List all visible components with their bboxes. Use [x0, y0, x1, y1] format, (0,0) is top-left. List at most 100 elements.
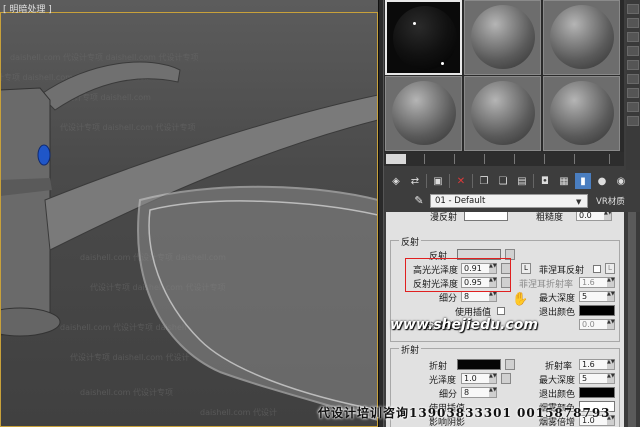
sample-slot-3[interactable] [543, 0, 620, 75]
reflect-subdivs-value: 8 [464, 292, 470, 301]
show-map-icon[interactable]: ▦ [556, 173, 572, 189]
refract-gloss-map-button[interactable] [501, 373, 511, 384]
refract-gloss-value: 1.0 [464, 374, 477, 383]
sample-slots [384, 0, 624, 152]
sample-slot-6[interactable] [543, 76, 620, 151]
viewport[interactable]: daishell.com 代设计专项 daishell.com 代设计专项 代设… [0, 0, 378, 427]
material-navigator-icon[interactable] [627, 116, 639, 126]
get-material-icon[interactable]: ◈ [388, 173, 404, 189]
spinner-arrows[interactable]: ▲▼ [607, 360, 615, 369]
show-end-result-icon[interactable]: ▮ [575, 173, 591, 189]
lock-button[interactable]: L [521, 263, 531, 274]
select-by-material-icon[interactable] [627, 102, 639, 112]
refract-subdivs-value: 8 [464, 388, 470, 397]
reflect-exit-color-swatch[interactable] [579, 305, 615, 316]
roughness-spinner[interactable]: 0.0 ▲▼ [576, 212, 612, 221]
spinner-arrows[interactable]: ▲▼ [607, 278, 615, 287]
material-name-row: ✎ 01 - Default ▼ VR材质 [384, 192, 640, 210]
side-toolbar [626, 0, 640, 190]
params-scrollbar[interactable] [624, 212, 640, 427]
reflection-group-title: 反射 [399, 235, 422, 248]
scroll-track[interactable] [628, 212, 636, 427]
sample-type-icon[interactable] [627, 4, 639, 14]
uv-tiling-icon[interactable] [627, 46, 639, 56]
sample-slot-2[interactable] [464, 0, 541, 75]
ior-value: 1.6 [582, 360, 595, 369]
spinner-arrows[interactable]: ▲▼ [489, 388, 497, 397]
go-to-parent-icon[interactable]: ● [594, 173, 610, 189]
refract-map-button[interactable] [505, 359, 515, 370]
slots-scrollbar[interactable] [384, 152, 624, 166]
roughness-value: 0.0 [579, 212, 592, 220]
scroll-tick [454, 154, 455, 164]
spinner-arrows[interactable]: ▲▼ [607, 292, 615, 301]
refract-exit-color-swatch[interactable] [579, 387, 615, 398]
highlight-annotation-box [405, 258, 511, 292]
sample-sphere [471, 5, 535, 69]
sample-sphere [392, 81, 456, 145]
spinner-arrows[interactable]: ▲▼ [604, 212, 612, 220]
scroll-thumb[interactable] [386, 154, 406, 164]
lock-label: L [608, 264, 612, 272]
spinner-arrows[interactable]: ▲▼ [489, 374, 497, 383]
specular-highlight [413, 22, 416, 25]
refract-label: 折射 [429, 362, 448, 372]
reflect-max-depth-spinner[interactable]: 5 ▲▼ [579, 291, 615, 302]
background-icon[interactable] [627, 32, 639, 42]
fresnel-ior-label: 菲涅耳折射率 [519, 280, 574, 290]
viewport-frame [0, 12, 378, 427]
scroll-tick [484, 154, 485, 164]
eyedropper-icon[interactable]: ✎ [412, 194, 426, 208]
refract-max-depth-value: 5 [582, 374, 588, 383]
fresnel-lock-button[interactable]: L [605, 263, 615, 274]
material-name-field[interactable]: 01 - Default ▼ [430, 194, 588, 208]
make-unique-icon[interactable]: ❏ [495, 173, 511, 189]
toolbar-separator [533, 174, 534, 188]
dim-distance-value: 0.0 [582, 320, 595, 329]
viewport-label[interactable]: [ 明暗处理 ] [3, 2, 52, 15]
lock-label: L [524, 264, 528, 272]
roughness-label: 粗糙度 [536, 213, 564, 223]
go-forward-icon[interactable]: ◉ [613, 173, 629, 189]
scroll-tick [574, 154, 575, 164]
material-type-button[interactable]: VR材质 [596, 195, 625, 207]
refract-subdivs-label: 细分 [439, 390, 458, 400]
make-preview-icon[interactable] [627, 74, 639, 84]
assign-material-icon[interactable]: ▣ [430, 173, 446, 189]
refract-subdivs-spinner[interactable]: 8 ▲▼ [461, 387, 497, 398]
put-to-scene-icon[interactable]: ⇄ [407, 173, 423, 189]
fresnel-ior-spinner[interactable]: 1.6 ▲▼ [579, 277, 615, 288]
spinner-arrows[interactable]: ▲▼ [607, 320, 615, 329]
diffuse-label: 漫反射 [430, 213, 458, 223]
reflect-subdivs-label: 细分 [439, 294, 458, 304]
backlight-icon[interactable] [627, 18, 639, 28]
diffuse-swatch[interactable] [464, 212, 508, 221]
refract-max-depth-label: 最大深度 [539, 376, 576, 386]
scroll-tick [424, 154, 425, 164]
refract-gloss-spinner[interactable]: 1.0 ▲▼ [461, 373, 497, 384]
put-to-library-icon[interactable]: ▤ [514, 173, 530, 189]
fresnel-checkbox[interactable] [593, 265, 601, 273]
sample-sphere [550, 5, 614, 69]
reflect-max-depth-label: 最大深度 [539, 294, 576, 304]
sample-slot-1[interactable] [385, 0, 462, 75]
spinner-arrows[interactable]: ▲▼ [607, 374, 615, 383]
ior-spinner[interactable]: 1.6 ▲▼ [579, 359, 615, 370]
material-id-icon[interactable]: ◘ [537, 173, 553, 189]
sample-slot-4[interactable] [385, 76, 462, 151]
options-icon[interactable] [627, 88, 639, 98]
sample-slot-5[interactable] [464, 76, 541, 151]
refract-gloss-label: 光泽度 [429, 376, 457, 386]
dim-distance-spinner[interactable]: 0.0 ▲▼ [579, 319, 615, 330]
bottom-ad-text: 代设计培训咨询13903833301 0015878793 [318, 406, 611, 420]
reset-map-icon[interactable]: ✕ [453, 173, 469, 189]
refract-color-swatch[interactable] [457, 359, 501, 370]
chevron-down-icon[interactable]: ▼ [576, 196, 586, 206]
spinner-arrows[interactable]: ▲▼ [489, 292, 497, 301]
video-check-icon[interactable] [627, 60, 639, 70]
make-copy-icon[interactable]: ❐ [476, 173, 492, 189]
reflect-subdivs-spinner[interactable]: 8 ▲▼ [461, 291, 497, 302]
refract-max-depth-spinner[interactable]: 5 ▲▼ [579, 373, 615, 384]
material-name-text: 01 - Default [435, 196, 486, 206]
reflect-interp-checkbox[interactable] [497, 307, 505, 315]
